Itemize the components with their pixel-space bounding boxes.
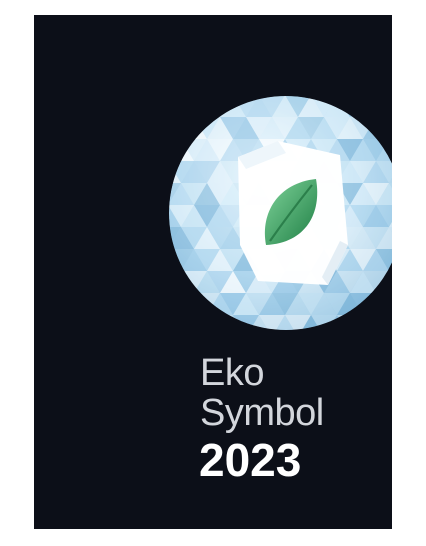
- eko-symbol-badge: Eko Symbol 2023: [34, 15, 392, 529]
- crystal-globe-icon: [168, 95, 392, 331]
- badge-title-line-1: Eko: [200, 352, 264, 394]
- badge-year: 2023: [199, 434, 302, 486]
- badge-title-line-2: Symbol: [200, 392, 324, 434]
